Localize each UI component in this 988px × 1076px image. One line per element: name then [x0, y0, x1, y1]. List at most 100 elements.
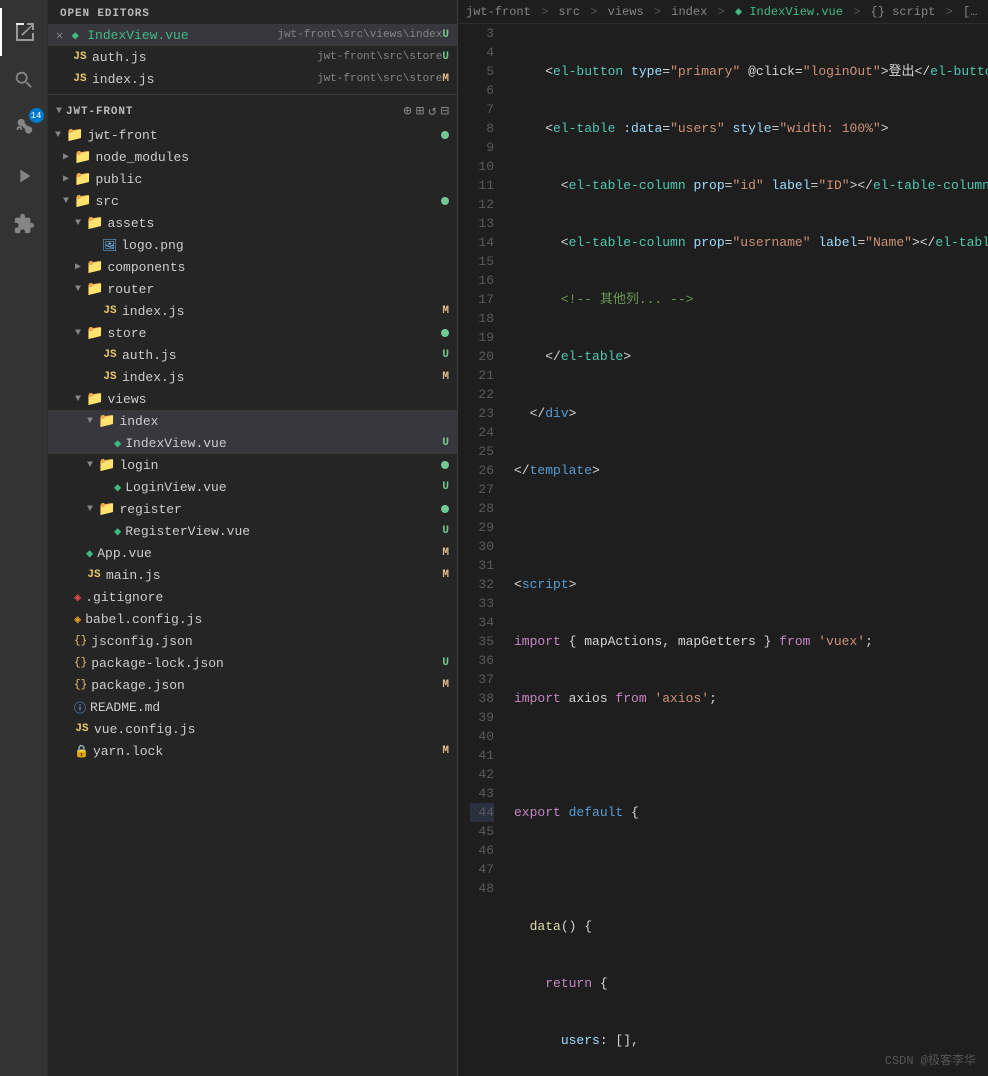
babel-icon: ◈	[74, 612, 81, 627]
open-editor-authjs[interactable]: JS auth.js jwt-front\src\store U	[48, 46, 457, 68]
tree-item-name: IndexView.vue	[125, 436, 442, 451]
close-icon[interactable]: ✕	[56, 28, 63, 43]
tree-item-registerview[interactable]: ◆ RegisterView.vue U	[48, 520, 457, 542]
tree-item-node-modules[interactable]: ▶ 📁 node_modules	[48, 146, 457, 168]
refresh-icon[interactable]: ↺	[428, 103, 436, 120]
tree-item-login-folder[interactable]: ▼ 📁 login	[48, 454, 457, 476]
folder-icon: 📁	[74, 149, 91, 166]
tree-item-register-folder[interactable]: ▼ 📁 register	[48, 498, 457, 520]
json-icon: {}	[74, 657, 87, 669]
tree-item-router-index[interactable]: JS index.js M	[48, 300, 457, 322]
tree-item-name: public	[95, 172, 457, 187]
tree-item-pkg[interactable]: {} package.json M	[48, 674, 457, 696]
tree-badge: M	[442, 745, 449, 757]
activity-run[interactable]	[0, 152, 48, 200]
tree-item-name: README.md	[90, 700, 457, 715]
folder-icon: 📁	[86, 215, 103, 232]
tree-item-name: components	[107, 260, 457, 275]
tree-item-logo[interactable]: 🖼 logo.png	[48, 234, 457, 256]
breadcrumb-bar: jwt-front > src > views > index > ◆ Inde…	[458, 0, 988, 24]
tree-item-index-folder[interactable]: ▼ 📁 index	[48, 410, 457, 432]
activity-search[interactable]	[0, 56, 48, 104]
tree-item-public[interactable]: ▶ 📁 public	[48, 168, 457, 190]
open-editor-badge: U	[442, 29, 449, 41]
tree-item-name: logo.png	[121, 238, 457, 253]
tree-item-src[interactable]: ▼ 📁 src	[48, 190, 457, 212]
tree-item-components[interactable]: ▶ 📁 components	[48, 256, 457, 278]
vue-icon: ◆	[86, 546, 93, 561]
tree-item-name: store	[107, 326, 441, 341]
tree-item-mainjs[interactable]: JS main.js M	[48, 564, 457, 586]
tree-item-store-auth[interactable]: JS auth.js U	[48, 344, 457, 366]
activity-git[interactable]: 14	[0, 104, 48, 152]
bc-part: {} script	[871, 5, 936, 19]
tree-item-name: auth.js	[122, 348, 442, 363]
folder-icon: 📁	[66, 127, 83, 144]
tree-item-pkglock[interactable]: {} package-lock.json U	[48, 652, 457, 674]
tree-badge: U	[442, 437, 449, 449]
open-editor-indexjs[interactable]: JS index.js jwt-front\src\store M	[48, 68, 457, 90]
tree-item-loginview[interactable]: ◆ LoginView.vue U	[48, 476, 457, 498]
folder-icon: 📁	[86, 259, 103, 276]
vue-file-icon: ◆	[67, 28, 83, 43]
project-header[interactable]: ▼ JWT-FRONT ⊕ ⊞ ↺ ⊟	[48, 99, 457, 124]
new-folder-icon[interactable]: ⊞	[416, 103, 424, 120]
tree-item-readme[interactable]: ⓘ README.md	[48, 696, 457, 718]
open-editor-path: jwt-front\src\views\index	[277, 29, 442, 41]
open-editor-path: jwt-front\src\store	[317, 73, 442, 85]
tree-item-name: views	[107, 392, 457, 407]
folder-icon: 📁	[98, 501, 115, 518]
tree-item-name: node_modules	[95, 150, 457, 165]
tree-item-name: main.js	[106, 568, 442, 583]
tree-item-indexview[interactable]: ◆ IndexView.vue U	[48, 432, 457, 454]
open-editor-path: jwt-front\src\store	[317, 51, 442, 63]
tree-item-yarn[interactable]: 🔒 yarn.lock M	[48, 740, 457, 762]
tree-item-name: register	[119, 502, 441, 517]
tree-item-jsconfig[interactable]: {} jsconfig.json	[48, 630, 457, 652]
tree-item-babel[interactable]: ◈ babel.config.js	[48, 608, 457, 630]
open-editor-badge: M	[442, 73, 449, 85]
open-editors-section: OPEN EDITORS ✕ ◆ IndexView.vue jwt-front…	[48, 0, 457, 90]
tree-item-assets[interactable]: ▼ 📁 assets	[48, 212, 457, 234]
tree-item-name: index	[119, 414, 457, 429]
code-content[interactable]: <el-button type="primary" @click="loginO…	[506, 24, 988, 1076]
collapse-icon[interactable]: ⊟	[441, 103, 449, 120]
tree-item-store-index[interactable]: JS index.js M	[48, 366, 457, 388]
tree-item-name: index.js	[122, 304, 442, 319]
new-file-icon[interactable]: ⊕	[403, 103, 411, 120]
tree-item-name: yarn.lock	[93, 744, 442, 759]
tree-item-name: package.json	[91, 678, 442, 693]
bc-part: index	[671, 5, 707, 19]
folder-icon: 📁	[74, 171, 91, 188]
folder-icon: 📁	[98, 457, 115, 474]
js-icon: JS	[74, 723, 90, 735]
open-editors-title: OPEN EDITORS	[48, 0, 457, 24]
tree-item-views[interactable]: ▼ 📁 views	[48, 388, 457, 410]
activity-explorer[interactable]	[0, 8, 48, 56]
open-editor-indexview[interactable]: ✕ ◆ IndexView.vue jwt-front\src\views\in…	[48, 24, 457, 46]
code-editor[interactable]: 3 4 5 6 7 8 9 10 11 12 13 14 15 16 17 18…	[458, 24, 988, 1076]
json-icon: {}	[74, 679, 87, 691]
git-icon: ◈	[74, 590, 81, 605]
tree-item-gitignore[interactable]: ◈ .gitignore	[48, 586, 457, 608]
activity-extensions[interactable]	[0, 200, 48, 248]
tree-item-store[interactable]: ▼ 📁 store	[48, 322, 457, 344]
json-icon: {}	[74, 635, 87, 647]
file-tree: ▼ 📁 jwt-front ▶ 📁 node_modules ▶ 📁 publi…	[48, 124, 457, 1076]
tree-item-appvue[interactable]: ◆ App.vue M	[48, 542, 457, 564]
bc-part: ◆ IndexView.vue	[735, 5, 843, 19]
editor-area: jwt-front > src > views > index > ◆ Inde…	[458, 0, 988, 1076]
bc-part: views	[608, 5, 644, 19]
vue-icon: ◆	[114, 436, 121, 451]
tree-badge: M	[442, 305, 449, 317]
open-editor-name: auth.js	[92, 50, 313, 65]
tree-item-jwt-front[interactable]: ▼ 📁 jwt-front	[48, 124, 457, 146]
tree-item-name: login	[119, 458, 441, 473]
tree-badge: M	[442, 679, 449, 691]
bc-part: jwt-front	[466, 5, 531, 19]
tree-item-name: jwt-front	[87, 128, 429, 143]
activity-bar: 14	[0, 0, 48, 1076]
tree-item-vueconfig[interactable]: JS vue.config.js	[48, 718, 457, 740]
tree-badge: M	[442, 547, 449, 559]
tree-item-router[interactable]: ▼ 📁 router	[48, 278, 457, 300]
